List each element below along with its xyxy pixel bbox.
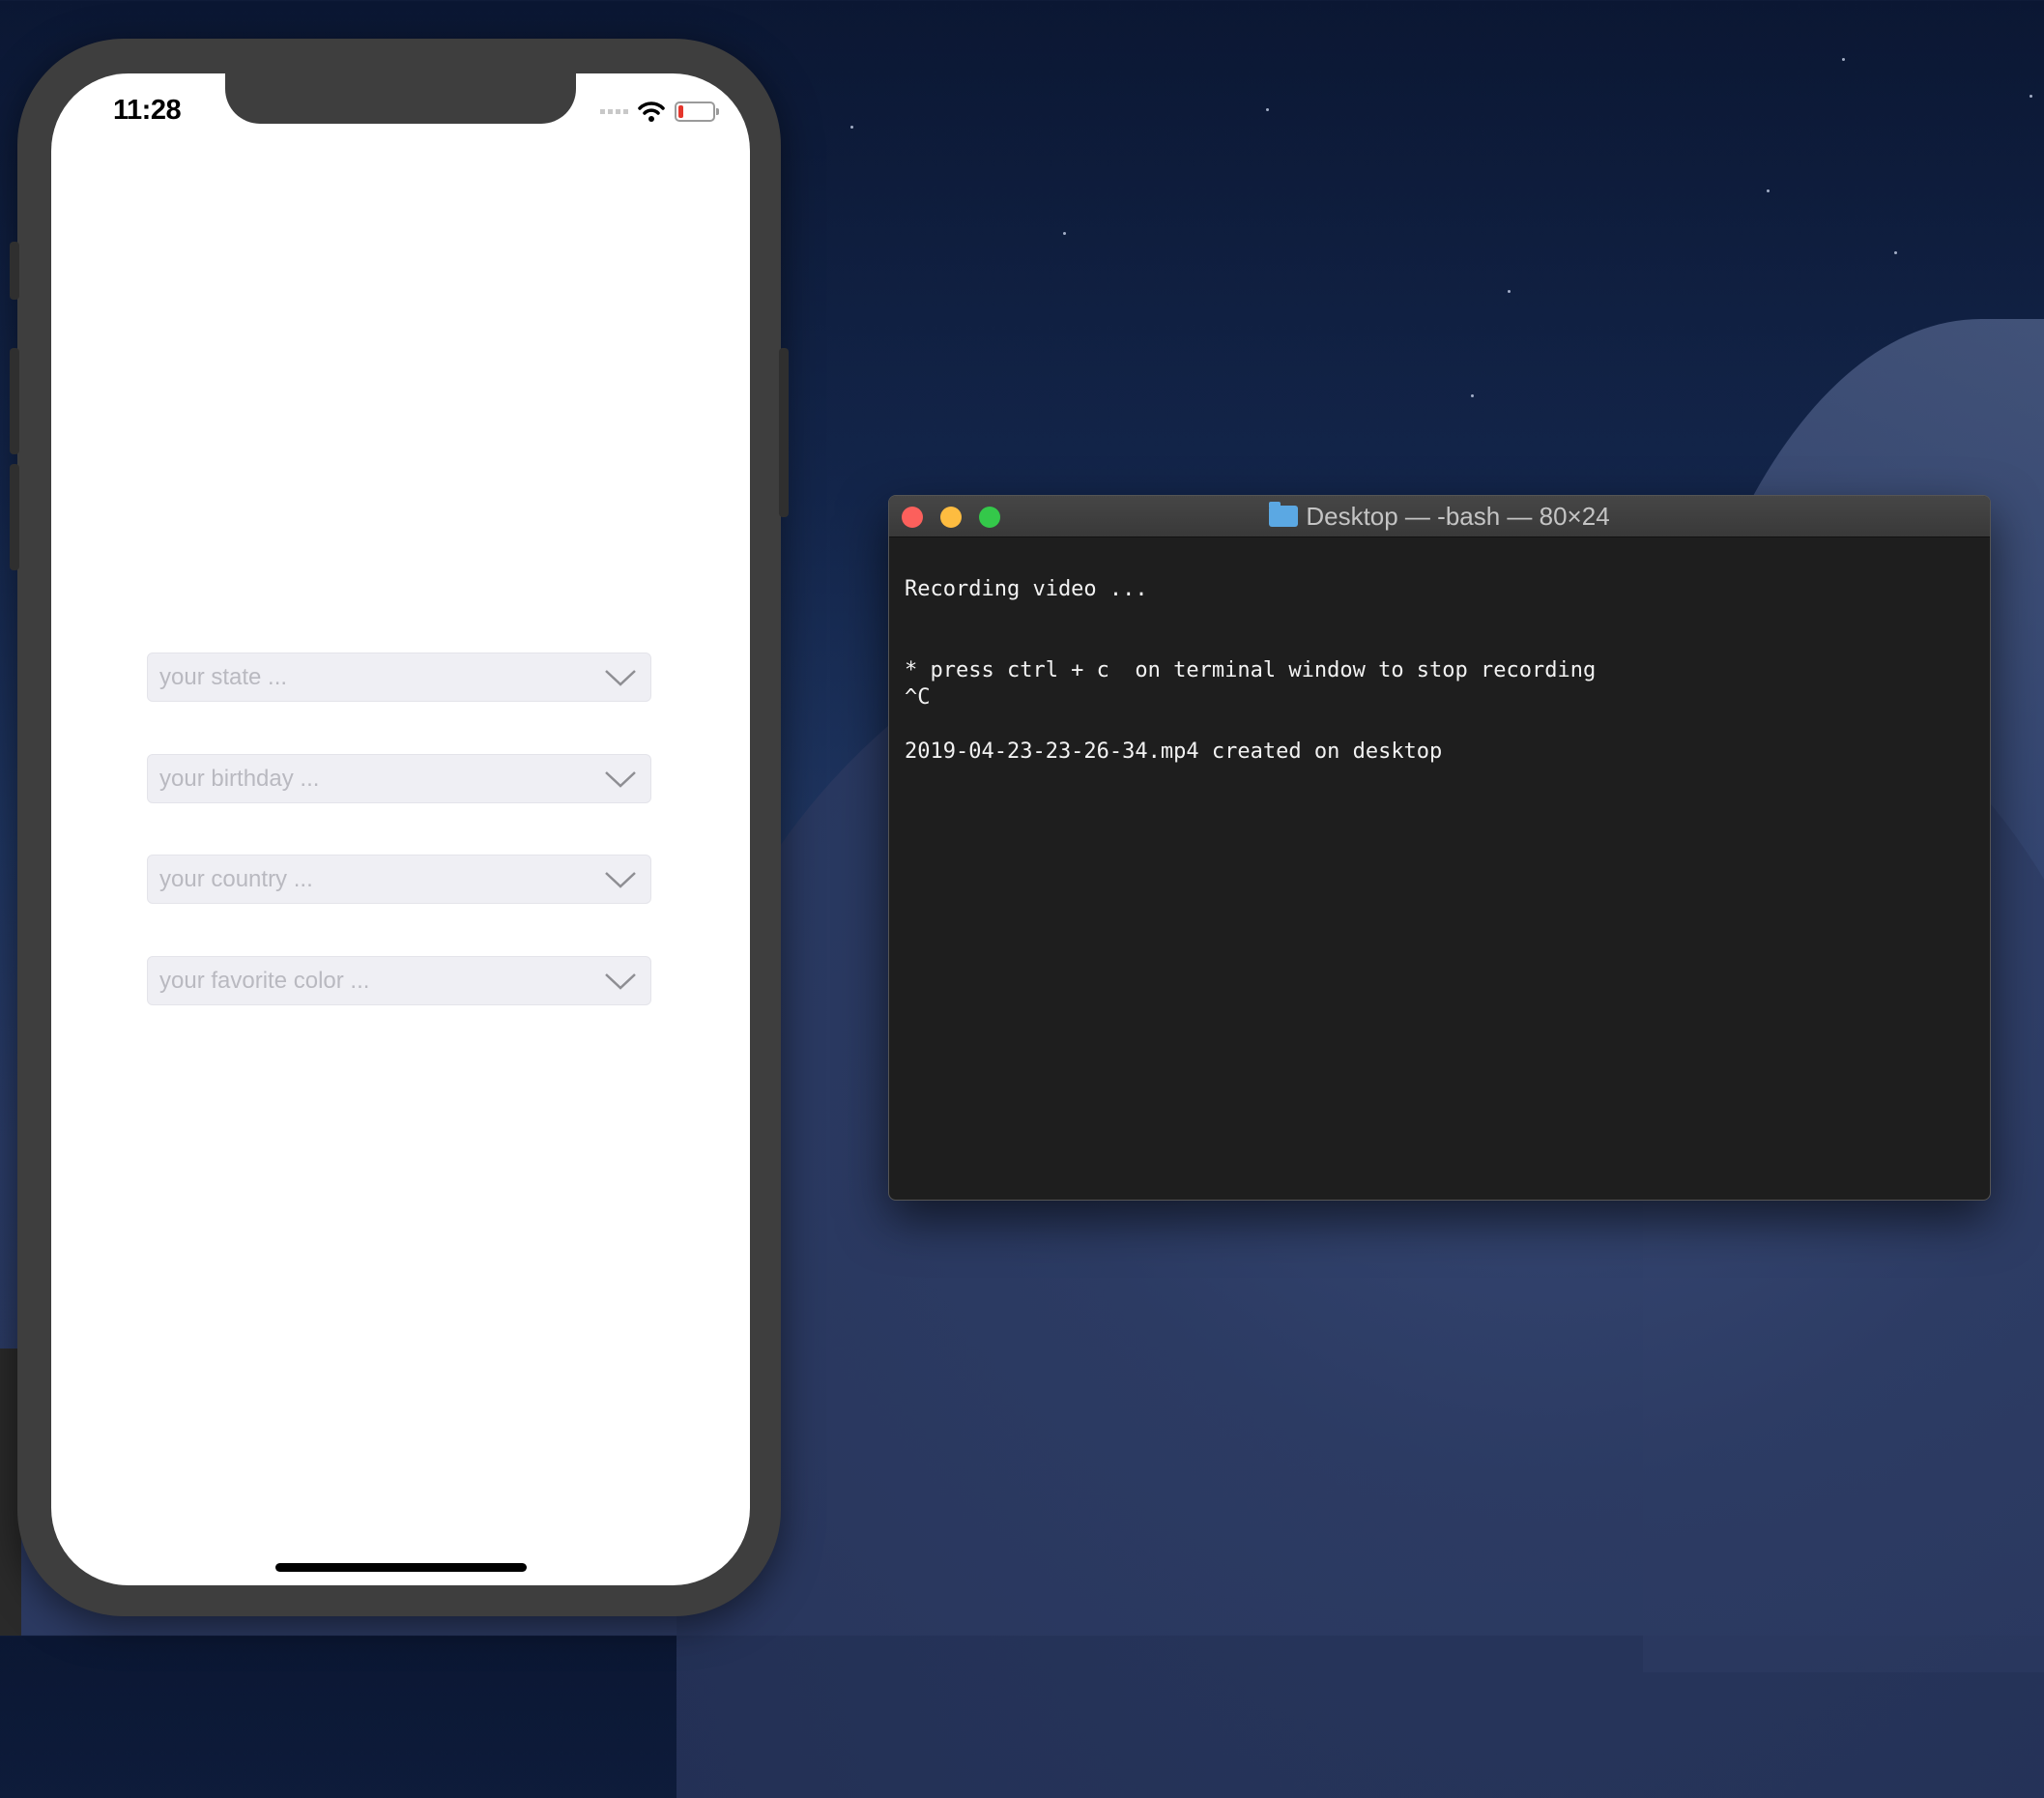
window-title: Desktop — -bash — 80×24 — [889, 496, 1990, 536]
chevron-down-icon — [605, 872, 636, 888]
star — [1508, 290, 1511, 293]
star — [1894, 251, 1897, 254]
star — [1063, 232, 1066, 235]
terminal-window: Desktop — -bash — 80×24 Recording video … — [888, 495, 1991, 1201]
volume-down-button — [10, 464, 19, 570]
star — [2030, 95, 2032, 98]
birthday-placeholder: your birthday ... — [159, 765, 320, 792]
star — [1842, 58, 1845, 61]
home-indicator[interactable] — [275, 1563, 527, 1572]
power-button — [779, 348, 789, 517]
chevron-down-icon — [605, 771, 636, 788]
state-dropdown[interactable]: your state ... — [147, 652, 651, 702]
star — [1767, 189, 1770, 192]
chevron-down-icon — [605, 973, 636, 990]
birthday-dropdown[interactable]: your birthday ... — [147, 754, 651, 803]
terminal-line: 2019-04-23-23-26-34.mp4 created on deskt… — [905, 740, 1443, 764]
battery-icon — [675, 101, 719, 122]
notch — [225, 73, 576, 124]
folder-icon — [1269, 502, 1299, 527]
volume-up-button — [10, 348, 19, 454]
star — [850, 126, 853, 129]
country-dropdown[interactable]: your country ... — [147, 855, 651, 904]
state-placeholder: your state ... — [159, 663, 288, 690]
wifi-icon — [638, 102, 665, 122]
status-icons — [600, 101, 719, 122]
terminal-output[interactable]: Recording video ... * press ctrl + c on … — [889, 537, 1990, 804]
phone-screen: 11:28 your state ... your birthday ... y… — [51, 73, 750, 1585]
favorite-color-placeholder: your favorite color ... — [159, 967, 370, 994]
terminal-line: * press ctrl + c on terminal window to s… — [905, 658, 1597, 682]
window-title-text: Desktop — -bash — 80×24 — [1306, 501, 1610, 531]
battery-level — [678, 104, 684, 118]
terminal-titlebar[interactable]: Desktop — -bash — 80×24 — [889, 496, 1990, 537]
chevron-down-icon — [605, 670, 636, 686]
status-time: 11:28 — [113, 95, 182, 126]
star — [1266, 108, 1269, 111]
terminal-line: Recording video ... — [905, 577, 1148, 601]
country-placeholder: your country ... — [159, 865, 313, 892]
favorite-color-dropdown[interactable]: your favorite color ... — [147, 956, 651, 1005]
star — [1471, 394, 1474, 397]
terminal-line: ^C — [905, 685, 931, 710]
silent-switch — [10, 242, 19, 300]
signal-icon — [600, 108, 628, 114]
